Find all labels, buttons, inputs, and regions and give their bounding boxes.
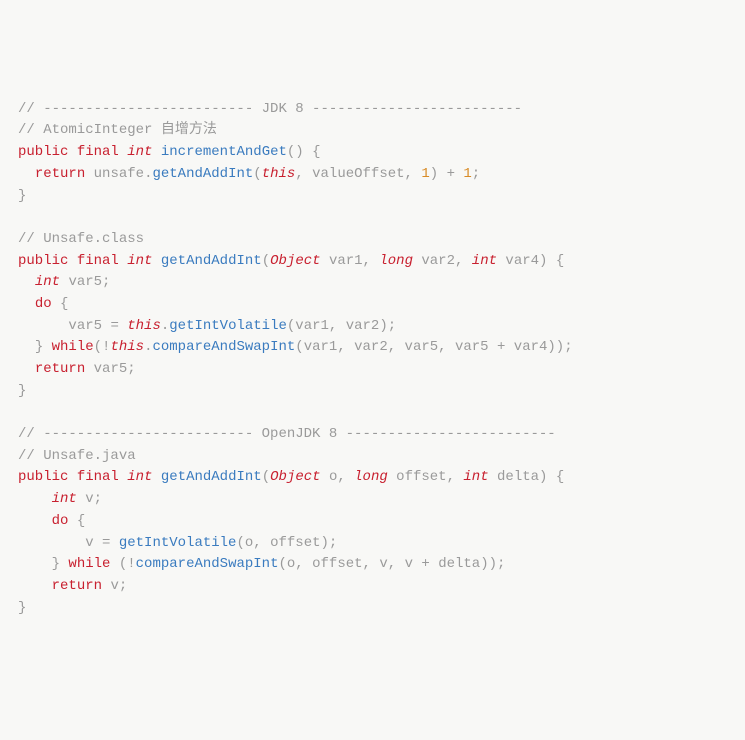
id-var2: var2 bbox=[354, 339, 388, 355]
fn-getandaddint: getAndAddInt bbox=[152, 166, 253, 182]
type-int: int bbox=[52, 491, 77, 507]
fn-getandaddint: getAndAddInt bbox=[161, 469, 262, 485]
id-offset: offset bbox=[270, 535, 320, 551]
param-var4: var4 bbox=[505, 253, 539, 269]
fn-incrementandget: incrementAndGet bbox=[161, 144, 287, 160]
keyword-this: this bbox=[110, 339, 144, 355]
keyword-return: return bbox=[35, 166, 85, 182]
keyword-public: public bbox=[18, 253, 68, 269]
type-int: int bbox=[472, 253, 497, 269]
fn-getintvolatile: getIntVolatile bbox=[169, 318, 287, 334]
id-v: v bbox=[85, 535, 93, 551]
keyword-final: final bbox=[77, 253, 119, 269]
param-var1: var1 bbox=[329, 253, 363, 269]
id-o: o bbox=[245, 535, 253, 551]
keyword-do: do bbox=[35, 296, 52, 312]
fn-getintvolatile: getIntVolatile bbox=[119, 535, 237, 551]
type-int: int bbox=[127, 469, 152, 485]
keyword-do: do bbox=[52, 513, 69, 529]
type-long: long bbox=[354, 469, 388, 485]
type-int: int bbox=[127, 253, 152, 269]
type-int: int bbox=[127, 144, 152, 160]
id-var5: var5 bbox=[455, 339, 489, 355]
id-unsafe: unsafe bbox=[94, 166, 144, 182]
keyword-while: while bbox=[68, 556, 110, 572]
keyword-public: public bbox=[18, 469, 68, 485]
id-var5: var5 bbox=[94, 361, 128, 377]
comment-line: // ------------------------- JDK 8 -----… bbox=[18, 101, 522, 117]
type-long: long bbox=[379, 253, 413, 269]
keyword-final: final bbox=[77, 469, 119, 485]
id-var4: var4 bbox=[514, 339, 548, 355]
fn-compareandswapint: compareAndSwapInt bbox=[152, 339, 295, 355]
id-var5: var5 bbox=[68, 274, 102, 290]
keyword-final: final bbox=[77, 144, 119, 160]
type-int: int bbox=[463, 469, 488, 485]
keyword-while: while bbox=[52, 339, 94, 355]
id-var5: var5 bbox=[405, 339, 439, 355]
param-var2: var2 bbox=[421, 253, 455, 269]
id-valueoffset: valueOffset bbox=[312, 166, 404, 182]
id-v: v bbox=[110, 578, 118, 594]
keyword-return: return bbox=[52, 578, 102, 594]
keyword-return: return bbox=[35, 361, 85, 377]
param-offset: offset bbox=[396, 469, 446, 485]
id-v: v bbox=[379, 556, 387, 572]
param-delta: delta bbox=[497, 469, 539, 485]
id-var5: var5 bbox=[68, 318, 102, 334]
code-block: // ------------------------- JDK 8 -----… bbox=[18, 99, 727, 620]
comment-line: // Unsafe.java bbox=[18, 448, 136, 464]
fn-compareandswapint: compareAndSwapInt bbox=[136, 556, 279, 572]
id-v: v bbox=[85, 491, 93, 507]
num-literal: 1 bbox=[463, 166, 471, 182]
id-delta: delta bbox=[438, 556, 480, 572]
id-var1: var1 bbox=[304, 339, 338, 355]
comment-line: // AtomicInteger 自增方法 bbox=[18, 122, 217, 138]
num-literal: 1 bbox=[421, 166, 429, 182]
id-var2: var2 bbox=[346, 318, 380, 334]
type-object: Object bbox=[270, 469, 320, 485]
keyword-this: this bbox=[127, 318, 161, 334]
comment-line: // Unsafe.class bbox=[18, 231, 144, 247]
keyword-public: public bbox=[18, 144, 68, 160]
keyword-this: this bbox=[262, 166, 296, 182]
id-v: v bbox=[405, 556, 413, 572]
fn-getandaddint: getAndAddInt bbox=[161, 253, 262, 269]
id-offset: offset bbox=[312, 556, 362, 572]
id-var1: var1 bbox=[295, 318, 329, 334]
type-object: Object bbox=[270, 253, 320, 269]
id-o: o bbox=[287, 556, 295, 572]
comment-line: // ------------------------- OpenJDK 8 -… bbox=[18, 426, 556, 442]
type-int: int bbox=[35, 274, 60, 290]
